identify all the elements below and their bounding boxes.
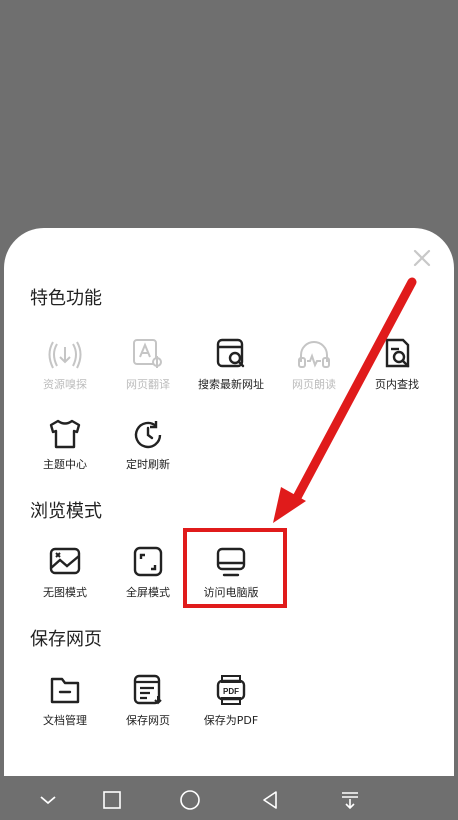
item-label: 主题中心 <box>43 458 87 471</box>
search-page-icon <box>216 338 245 368</box>
read-aloud-item[interactable]: 网页朗读 <box>272 330 356 392</box>
translate-item[interactable]: 网页翻译 <box>106 330 190 392</box>
item-label: 保存网页 <box>126 714 170 727</box>
document-management-item[interactable]: 文档管理 <box>23 666 107 728</box>
find-in-page-icon <box>385 338 410 368</box>
theme-center-item[interactable]: 主题中心 <box>23 410 107 472</box>
square-icon[interactable] <box>98 786 126 814</box>
wireless-signal-icon <box>48 341 82 369</box>
section-title-browse-mode: 浏览模式 <box>30 501 102 522</box>
close-icon[interactable] <box>410 246 434 270</box>
fullscreen-icon <box>133 546 163 577</box>
search-latest-url-item[interactable]: 搜索最新网址 <box>189 330 273 392</box>
item-label: 网页翻译 <box>126 378 170 391</box>
save-as-pdf-item[interactable]: PDF 保存为PDF <box>189 666 273 728</box>
tshirt-icon <box>49 419 81 449</box>
item-label: 页内查找 <box>375 378 419 391</box>
find-in-page-item[interactable]: 页内查找 <box>355 330 439 392</box>
section-title-save-page: 保存网页 <box>30 629 102 650</box>
item-label: 网页朗读 <box>292 378 336 391</box>
translate-icon <box>133 339 162 368</box>
system-navigation-bar <box>4 776 454 820</box>
headphones-icon <box>298 341 330 368</box>
item-label: 资源嗅探 <box>43 378 87 391</box>
resource-sniff-item[interactable]: 资源嗅探 <box>23 330 107 392</box>
no-image-mode-item[interactable]: 无图模式 <box>23 538 107 600</box>
item-label: 无图模式 <box>43 586 87 599</box>
timer-refresh-icon <box>134 421 162 449</box>
item-label: 全屏模式 <box>126 586 170 599</box>
back-triangle-icon[interactable] <box>256 786 284 814</box>
menu-down-icon[interactable] <box>336 786 364 814</box>
save-webpage-item[interactable]: 保存网页 <box>106 666 190 728</box>
chevron-down-icon[interactable] <box>34 786 62 814</box>
section-title-features: 特色功能 <box>30 288 102 309</box>
svg-text:PDF: PDF <box>223 687 239 696</box>
circle-icon[interactable] <box>176 786 204 814</box>
item-label: 搜索最新网址 <box>198 378 264 391</box>
no-image-icon <box>49 547 81 575</box>
annotation-highlight-box <box>183 528 287 608</box>
item-label: 定时刷新 <box>126 458 170 471</box>
fullscreen-mode-item[interactable]: 全屏模式 <box>106 538 190 600</box>
pdf-icon: PDF <box>216 675 246 705</box>
save-page-icon <box>133 674 162 705</box>
item-label: 文档管理 <box>43 714 87 727</box>
item-label: 保存为PDF <box>203 714 259 727</box>
timed-refresh-item[interactable]: 定时刷新 <box>106 410 190 472</box>
folder-icon <box>50 677 80 704</box>
